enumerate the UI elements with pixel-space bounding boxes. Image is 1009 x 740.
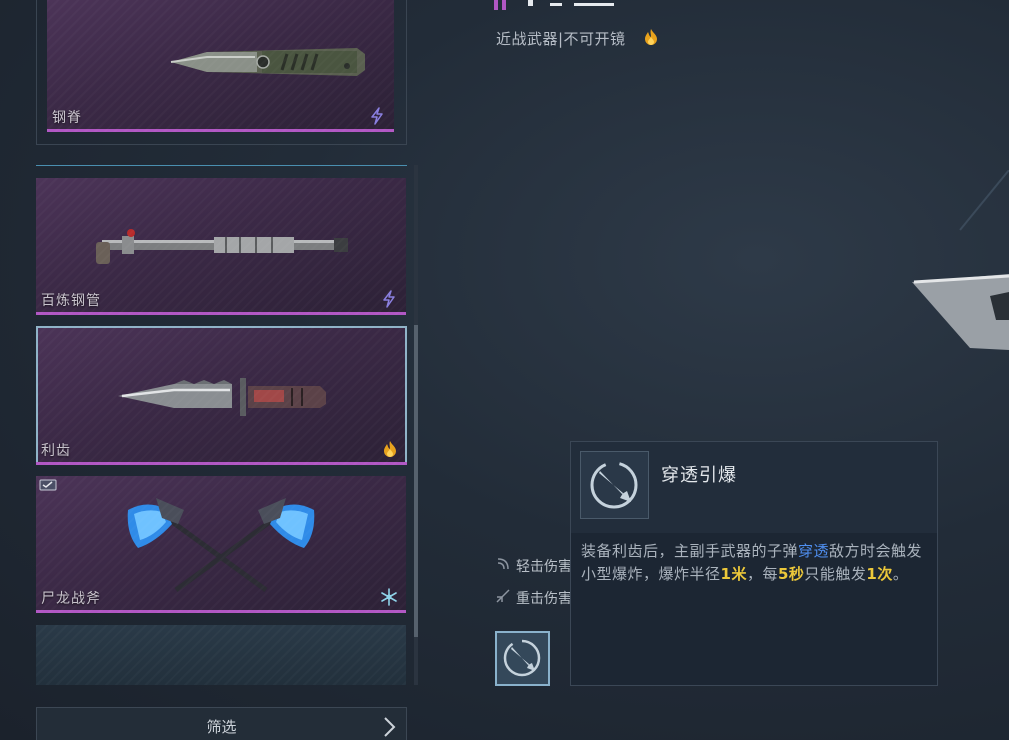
rarity-underline: [36, 462, 407, 465]
weapon-name: 百炼钢管: [41, 293, 101, 309]
penetrate-skill-icon: [590, 461, 638, 509]
lightning-icon: [383, 290, 395, 308]
rarity-underline: [36, 610, 406, 613]
weapon-card-steel-pipe[interactable]: 百炼钢管: [36, 178, 406, 315]
list-top-divider: [36, 165, 407, 166]
weapon-title-clipped: [528, 0, 614, 6]
snowflake-icon: [381, 588, 397, 606]
twin-axes-image: [127, 498, 315, 593]
tooltip-skill-icon-frame: [580, 451, 649, 519]
fire-icon: [645, 29, 657, 45]
weapon-preview-image: [912, 170, 1009, 350]
weapon-name: 钢脊: [52, 110, 82, 126]
rarity-bar: [494, 0, 498, 10]
weapon-card-dragon-axe[interactable]: 尸龙战斧: [36, 476, 406, 613]
rarity-underline: [36, 312, 406, 315]
weapon-card-sharp-tooth[interactable]: 利齿: [36, 326, 407, 465]
chevron-right-icon: [384, 717, 396, 737]
keyword-cooldown: 5秒: [777, 565, 805, 583]
steel-pipe-image: [96, 229, 348, 264]
skill-tooltip: 穿透引爆 装备利齿后，主副手武器的子弹穿透敌方时会触发小型爆炸，爆炸半径1米，每…: [570, 441, 938, 686]
skill-name: 穿透引爆: [661, 465, 737, 486]
heavy-attack-icon: [496, 589, 510, 603]
skill-slot-button[interactable]: [495, 631, 550, 686]
owned-tag-icon: [39, 479, 57, 491]
weapon-name: 尸龙战斧: [41, 591, 101, 607]
light-damage-label: 轻击伤害: [516, 559, 572, 575]
keyword-count: 1次: [866, 565, 893, 583]
weapon-type-label: 近战武器|不可开镜: [496, 30, 626, 48]
combat-knife-image: [170, 48, 365, 76]
weapon-name: 利齿: [41, 443, 71, 459]
filter-button[interactable]: 筛选: [36, 707, 407, 740]
weapon-card-steel-spine[interactable]: 钢脊: [47, 0, 394, 132]
rarity-bar: [502, 0, 506, 10]
rarity-underline: [47, 129, 394, 132]
scrollbar-thumb[interactable]: [414, 325, 418, 637]
serrated-knife-image: [118, 378, 326, 416]
keyword-penetrate: 穿透: [798, 542, 830, 560]
skill-description: 装备利齿后，主副手武器的子弹穿透敌方时会触发小型爆炸，爆炸半径1米，每5秒只能触…: [581, 542, 923, 583]
filter-label: 筛选: [206, 718, 237, 736]
light-attack-icon: [497, 558, 509, 570]
heavy-damage-label: 重击伤害: [516, 591, 572, 607]
lightning-icon: [371, 107, 383, 125]
fire-icon: [384, 441, 396, 457]
weapon-card-empty[interactable]: [36, 625, 406, 685]
penetrate-skill-icon: [503, 639, 541, 677]
keyword-radius: 1米: [720, 565, 747, 583]
